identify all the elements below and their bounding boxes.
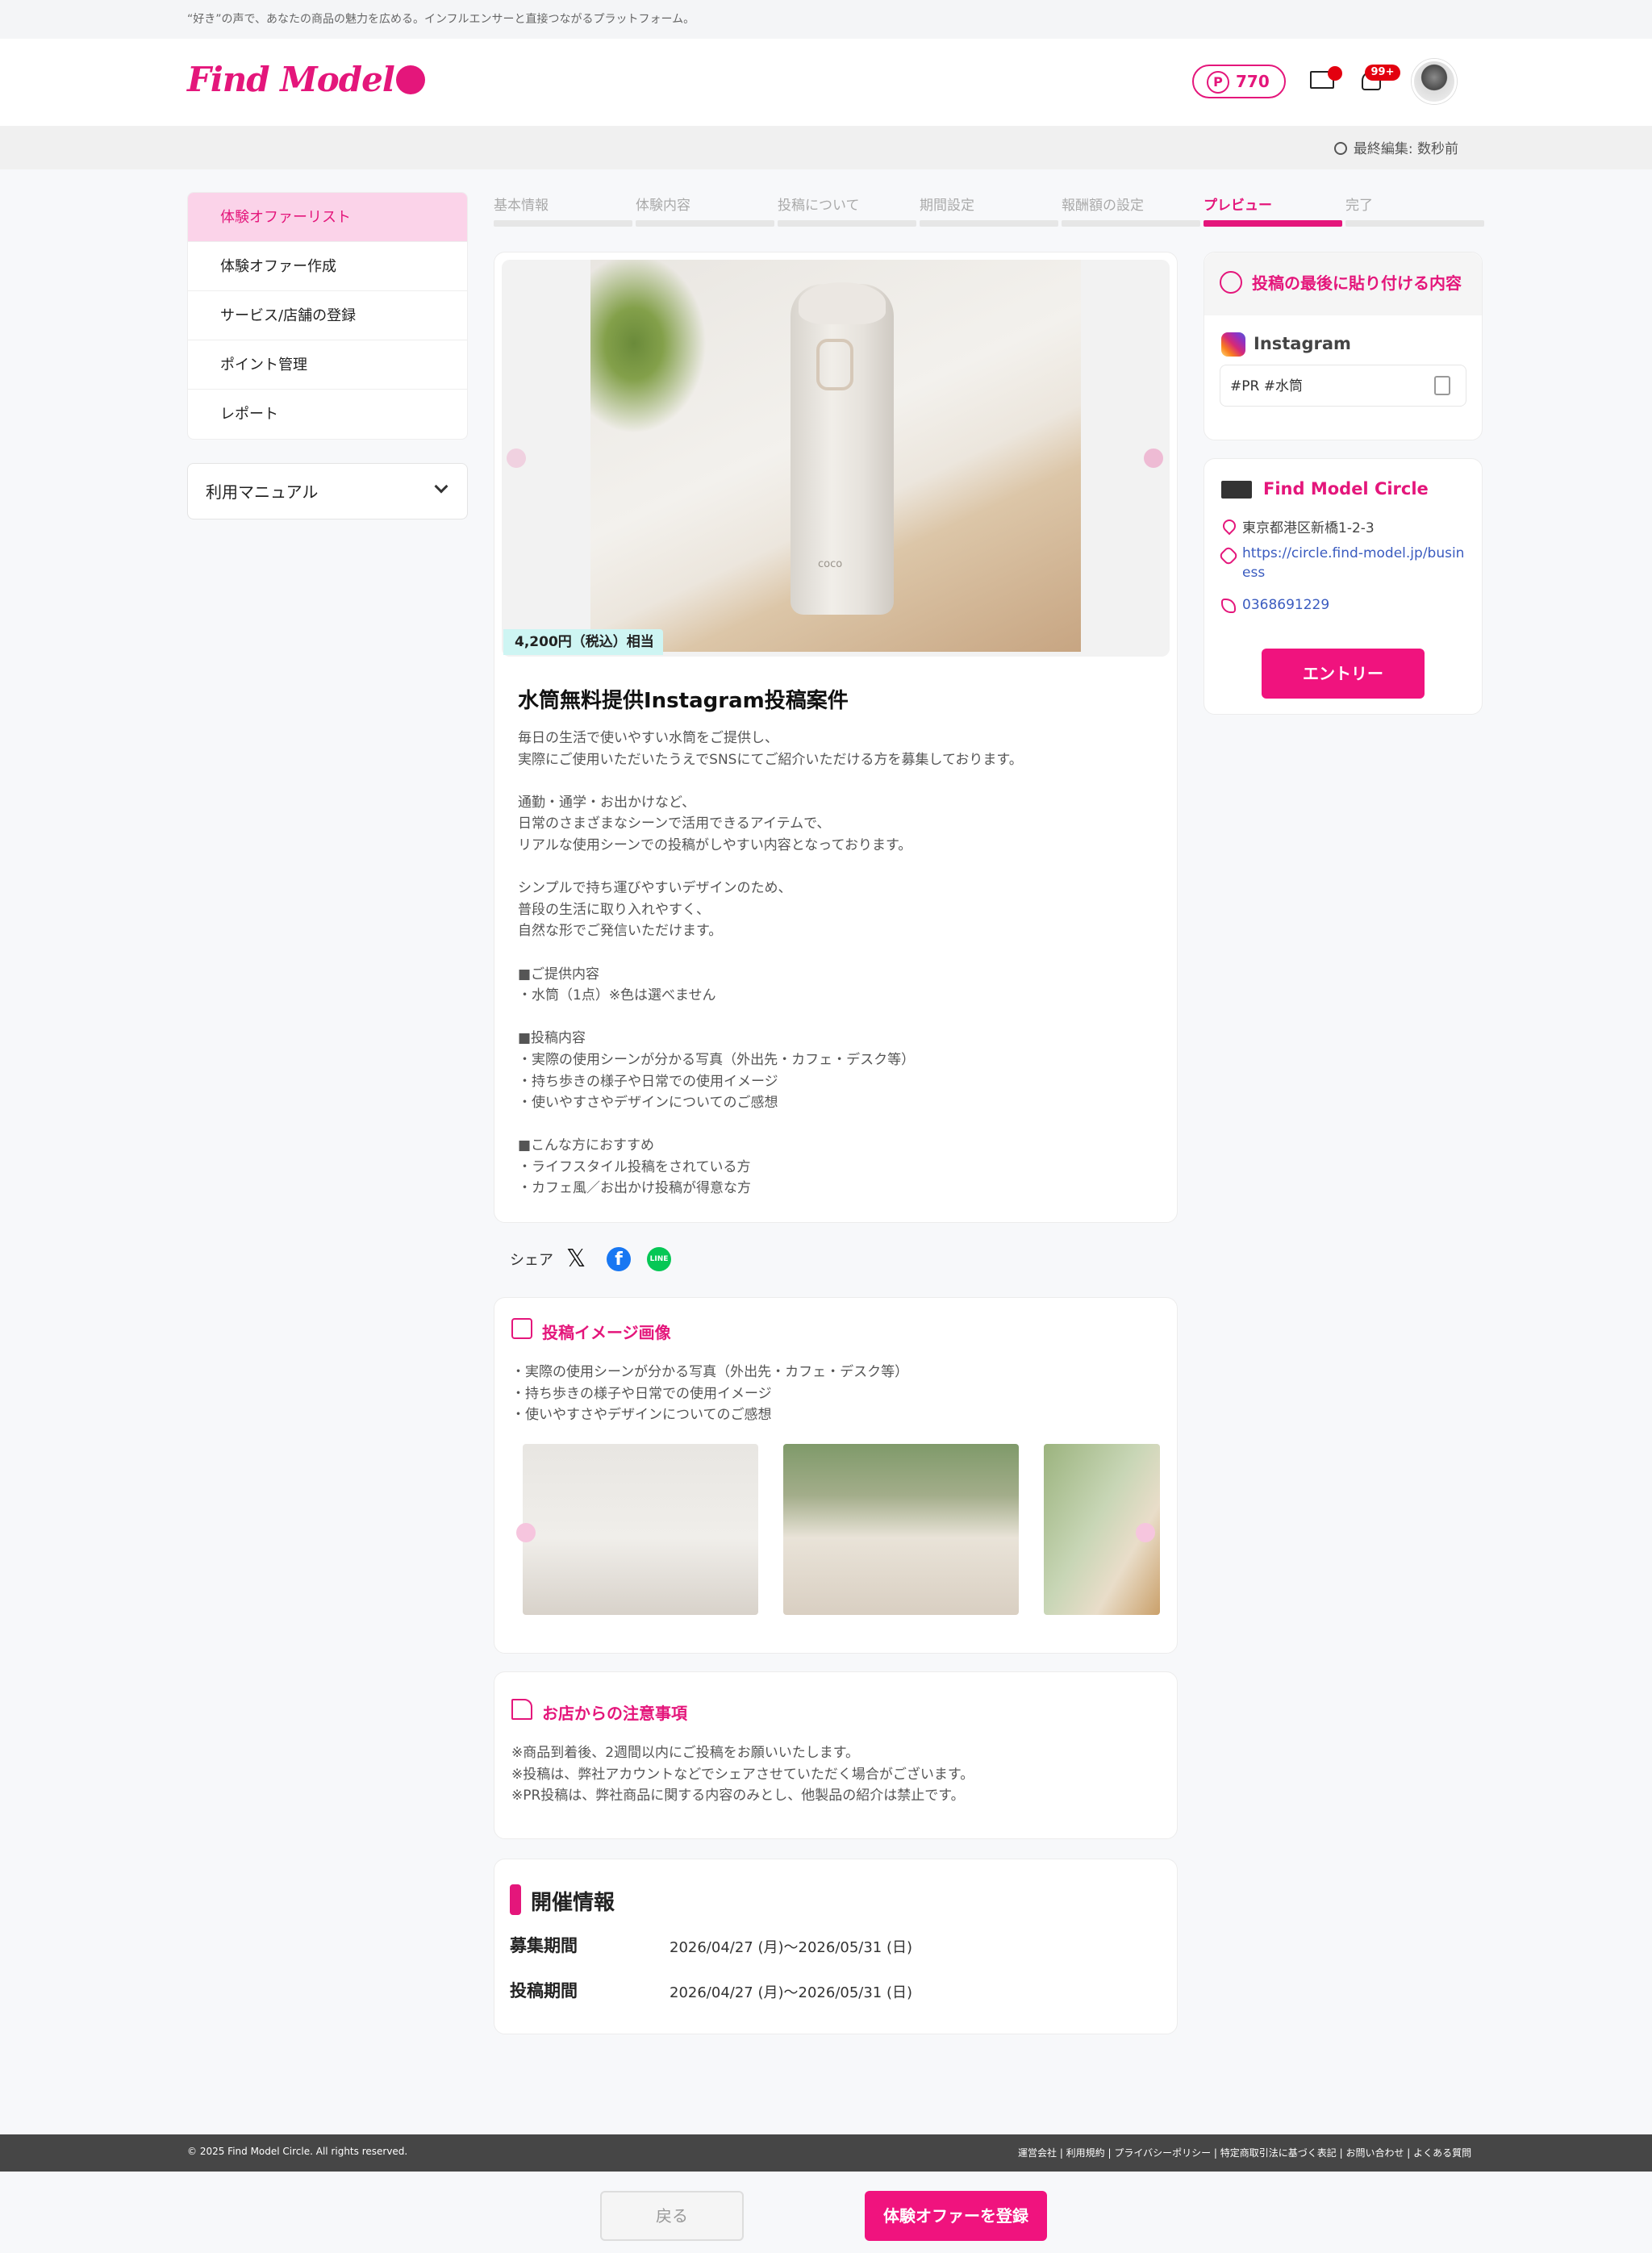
- store-address: 東京都港区新橋1-2-3: [1242, 520, 1375, 536]
- footer-copyright: © 2025 Find Model Circle. All rights res…: [187, 2146, 408, 2157]
- event-heading: 開催情報: [531, 1891, 615, 1915]
- store-phone[interactable]: 0368691229: [1242, 597, 1329, 613]
- sidebar-item-service-register[interactable]: サービス/店舗の登録: [188, 291, 467, 340]
- post-images-heading: 投稿イメージ画像: [542, 1323, 671, 1342]
- plant-leaves: [590, 260, 736, 469]
- store-name: Find Model Circle: [1263, 479, 1429, 499]
- step-bar: [1204, 220, 1342, 227]
- store-logo: [1221, 481, 1252, 499]
- chevron-down-icon: [434, 479, 448, 494]
- step-bar: [778, 220, 916, 227]
- step-label: プレビュー: [1204, 198, 1272, 214]
- mail-unread-dot: [1328, 66, 1342, 81]
- event-heading-bar: [510, 1884, 521, 1915]
- step-preview[interactable]: プレビュー: [1204, 194, 1342, 227]
- step-complete[interactable]: 完了: [1345, 194, 1484, 227]
- document-icon: [511, 1699, 532, 1720]
- manual-label: 利用マニュアル: [206, 482, 319, 502]
- recruit-period-label: 募集期間: [510, 1936, 578, 1955]
- hashtag-field[interactable]: #PR #水筒: [1220, 365, 1466, 407]
- step-label: 期間設定: [920, 198, 974, 214]
- recruit-period-value: 2026/04/27 (月)〜2026/05/31 (日): [670, 1939, 913, 1956]
- offer-description: 毎日の生活で使いやすい水筒をご提供し、 実際にご使用いただいたうえでSNSにてご…: [518, 730, 1023, 1197]
- bottle-cap: [799, 282, 886, 324]
- register-offer-button[interactable]: 体験オファーを登録: [865, 2191, 1047, 2241]
- image-icon: [511, 1318, 532, 1339]
- notes-text: ※商品到着後、2週間以内にご投稿をお願いいたします。 ※投稿は、弊社アカウントな…: [511, 1745, 974, 1804]
- step-period[interactable]: 期間設定: [920, 194, 1058, 227]
- globe-icon: [1220, 271, 1242, 294]
- manual-dropdown[interactable]: 利用マニュアル: [187, 463, 468, 519]
- logo-text: Find Model: [187, 60, 395, 99]
- sidebar-item-report[interactable]: レポート: [188, 390, 467, 439]
- step-label: 報酬額の設定: [1062, 198, 1144, 214]
- gallery-next-icon[interactable]: [1136, 1523, 1155, 1542]
- bottle-logo: coco: [818, 558, 843, 570]
- post-images-text: ・実際の使用シーンが分かる写真（外出先・カフェ・デスク等） ・持ち歩きの様子や日…: [511, 1364, 909, 1424]
- step-bar: [494, 220, 632, 227]
- offer-title: 水筒無料提供Instagram投稿案件: [518, 689, 849, 713]
- entry-button[interactable]: エントリー: [1262, 649, 1425, 699]
- step-content[interactable]: 体験内容: [636, 194, 774, 227]
- last-edited-text: 最終編集: 数秒前: [1353, 141, 1458, 157]
- sidebar-item-offer-list[interactable]: 体験オファーリスト: [188, 193, 467, 242]
- store-url-line2: ess: [1242, 565, 1266, 581]
- share-label: シェア: [510, 1252, 553, 1269]
- sidebar-menu: 体験オファーリスト 体験オファー作成 サービス/店舗の登録 ポイント管理 レポー…: [187, 192, 468, 440]
- step-bar: [920, 220, 1058, 227]
- points-badge[interactable]: P 770: [1192, 65, 1286, 98]
- notification-badge: 99+: [1365, 65, 1400, 81]
- gallery-prev-icon[interactable]: [516, 1523, 536, 1542]
- step-post[interactable]: 投稿について: [778, 194, 916, 227]
- step-label: 完了: [1345, 198, 1373, 214]
- carousel-next-icon[interactable]: [1144, 449, 1163, 468]
- sidebar-item-points[interactable]: ポイント管理: [188, 340, 467, 390]
- clock-icon: [1333, 142, 1347, 155]
- step-reward[interactable]: 報酬額の設定: [1062, 194, 1200, 227]
- last-edited: 最終編集: 数秒前: [1333, 137, 1458, 157]
- store-url-line1: https://circle.find-model.jp/busin: [1242, 545, 1465, 561]
- platform-label: Instagram: [1254, 334, 1351, 353]
- instagram-icon: [1221, 332, 1245, 357]
- step-label: 基本情報: [494, 198, 549, 214]
- step-bar: [1345, 220, 1484, 227]
- footer-links[interactable]: 運営会社 | 利用規約 | プライバシーポリシー | 特定商取引法に基づく表記 …: [1018, 2146, 1471, 2159]
- step-bar: [636, 220, 774, 227]
- facebook-icon[interactable]: f: [607, 1247, 631, 1271]
- post-period-label: 投稿期間: [510, 1981, 578, 2001]
- bottle-clip: [816, 339, 853, 390]
- price-tag: 4,200円（税込）相当: [503, 629, 663, 655]
- top-tagline: “好き”の声で、あなたの商品の魅力を広める。インフルエンサーと直接つながるプラッ…: [0, 0, 1652, 39]
- points-icon: P: [1207, 71, 1229, 94]
- heart-icon: [395, 65, 425, 94]
- x-icon[interactable]: 𝕏: [566, 1247, 586, 1271]
- step-label: 体験内容: [636, 198, 690, 214]
- carousel-prev-icon[interactable]: [507, 449, 526, 468]
- avatar[interactable]: [1412, 59, 1457, 104]
- step-bar: [1062, 220, 1200, 227]
- back-button[interactable]: 戻る: [600, 2191, 744, 2241]
- site-logo[interactable]: Find Model: [187, 60, 425, 99]
- step-basic[interactable]: 基本情報: [494, 194, 632, 227]
- post-image-thumb[interactable]: [783, 1444, 1019, 1615]
- notes-heading: お店からの注意事項: [542, 1704, 687, 1723]
- paste-content-heading: 投稿の最後に貼り付ける内容: [1252, 273, 1462, 293]
- points-value: 770: [1236, 72, 1270, 91]
- store-url[interactable]: https://circle.find-model.jp/busin ess: [1242, 545, 1464, 581]
- line-icon[interactable]: LINE: [647, 1247, 671, 1271]
- copy-icon[interactable]: [1434, 376, 1450, 395]
- post-period-value: 2026/04/27 (月)〜2026/05/31 (日): [670, 1984, 913, 2001]
- sidebar-item-offer-create[interactable]: 体験オファー作成: [188, 242, 467, 291]
- post-image-thumb[interactable]: [523, 1444, 758, 1615]
- step-label: 投稿について: [778, 198, 860, 214]
